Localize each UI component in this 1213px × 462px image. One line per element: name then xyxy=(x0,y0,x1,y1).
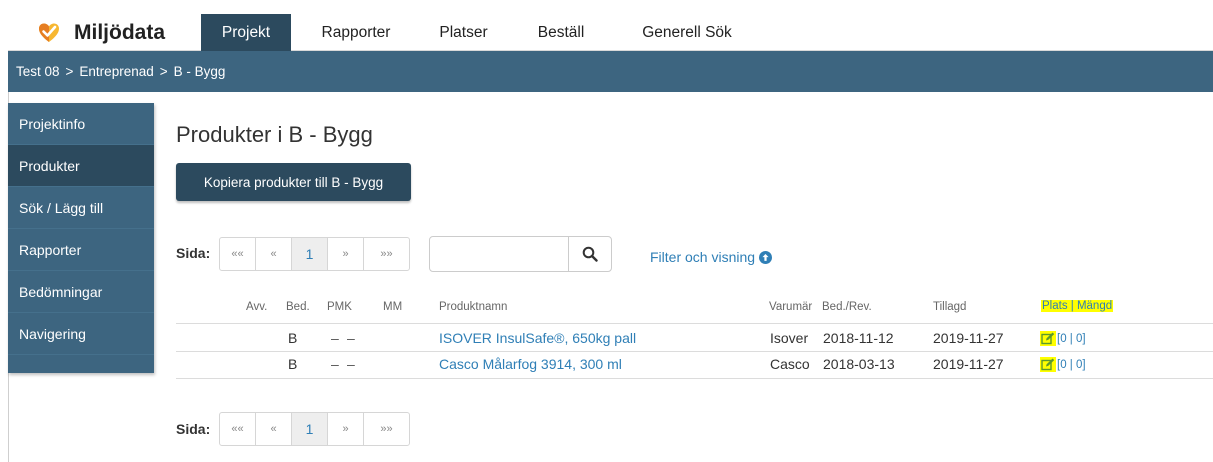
plats-mangd-value[interactable]: [0 | 0] xyxy=(1057,333,1086,345)
col-header-pmk[interactable]: PMK xyxy=(327,301,352,313)
table-row-divider xyxy=(176,378,1213,379)
copy-products-button[interactable]: Kopiera produkter till B - Bygg xyxy=(176,163,411,201)
breadcrumb-item-project[interactable]: Test 08 xyxy=(16,64,60,79)
sidebar-item-rapporter[interactable]: Rapporter xyxy=(8,229,154,271)
search-icon xyxy=(582,246,598,262)
arrow-up-circle-icon xyxy=(759,250,773,264)
cell-bed-rev: 2018-11-12 xyxy=(823,330,894,346)
cell-pmk: – xyxy=(331,330,341,346)
filter-link-label: Filter och visning xyxy=(650,249,756,265)
cell-varumarke: Isover xyxy=(770,330,809,346)
search-button[interactable] xyxy=(569,237,611,271)
edit-button[interactable] xyxy=(1040,331,1056,346)
nav-tab-projekt[interactable]: Projekt xyxy=(201,14,291,51)
pager-label: Sida: xyxy=(176,421,211,437)
sidebar-item-projektinfo[interactable]: Projektinfo xyxy=(8,103,154,145)
filter-and-view-link[interactable]: Filter och visning xyxy=(650,249,773,265)
cell-bed-rev: 2018-03-13 xyxy=(823,356,895,372)
breadcrumb-separator: > xyxy=(159,64,168,79)
breadcrumb-separator: > xyxy=(65,64,74,79)
brand[interactable]: Miljödata xyxy=(8,14,169,51)
pager-prev-button[interactable]: « xyxy=(256,238,292,270)
pager-prev-button[interactable]: « xyxy=(256,413,292,445)
product-name-link[interactable]: Casco Målarfog 3914, 300 ml xyxy=(439,356,622,372)
pager-bottom: «« « 1 » »» xyxy=(219,412,410,446)
sidebar-item-navigering[interactable]: Navigering xyxy=(8,313,154,355)
col-header-plats-mangd[interactable]: Plats | Mängd xyxy=(1041,300,1114,312)
col-header-bed[interactable]: Bed. xyxy=(286,301,310,313)
sidebar-item-sok-lagg-till[interactable]: Sök / Lägg till xyxy=(8,187,154,229)
pager-next-button[interactable]: » xyxy=(328,413,364,445)
page-title: Produkter i B - Bygg xyxy=(176,122,373,147)
nav-tab-platser[interactable]: Platser xyxy=(426,14,501,51)
cell-plats-mangd: [0 | 0] xyxy=(1040,357,1086,372)
table-header-divider xyxy=(176,323,1213,324)
pager-label: Sida: xyxy=(176,245,211,261)
cell-mm: – xyxy=(347,356,357,372)
top-navbar: Miljödata Projekt Rapporter Platser Best… xyxy=(8,14,1213,51)
search-input[interactable] xyxy=(430,237,569,271)
pager-first-button[interactable]: «« xyxy=(220,238,256,270)
sidebar-item-bedomningar[interactable]: Bedömningar xyxy=(8,271,154,313)
cell-tillagd: 2019-11-27 xyxy=(933,356,1004,372)
search-group xyxy=(429,236,612,272)
col-header-bed-rev[interactable]: Bed./Rev. xyxy=(822,301,872,313)
sidebar: Projektinfo Produkter Sök / Lägg till Ra… xyxy=(8,103,154,373)
cell-tillagd: 2019-11-27 xyxy=(933,330,1004,346)
pager-last-button[interactable]: »» xyxy=(364,238,409,270)
cell-bed: B xyxy=(288,356,298,372)
nav-tab-generell-sok[interactable]: Generell Sök xyxy=(622,14,752,51)
col-header-tillagd[interactable]: Tillagd xyxy=(933,301,966,313)
col-header-varumarke[interactable]: Varumär xyxy=(769,301,816,313)
cell-pmk: – xyxy=(331,356,341,372)
plats-mangd-value[interactable]: [0 | 0] xyxy=(1057,359,1086,371)
edit-button[interactable] xyxy=(1040,357,1056,372)
breadcrumb: Test 08 > Entreprenad > B - Bygg xyxy=(8,51,1213,92)
col-header-produktnamn[interactable]: Produktnamn xyxy=(439,301,507,313)
pager-top: «« « 1 » »» xyxy=(219,237,410,271)
cell-varumarke: Casco xyxy=(770,356,810,372)
cell-plats-mangd: [0 | 0] xyxy=(1040,331,1086,346)
pager-page-button[interactable]: 1 xyxy=(292,238,328,270)
product-name-link[interactable]: ISOVER InsulSafe®, 650kg pall xyxy=(439,330,636,346)
pager-page-button[interactable]: 1 xyxy=(292,413,328,445)
heart-check-logo xyxy=(39,23,59,42)
table-row-divider xyxy=(176,351,1213,352)
col-header-mm[interactable]: MM xyxy=(383,301,402,313)
pager-last-button[interactable]: »» xyxy=(364,413,409,445)
breadcrumb-item-current[interactable]: B - Bygg xyxy=(174,64,226,79)
cell-mm: – xyxy=(347,330,357,346)
cell-bed: B xyxy=(288,330,298,346)
col-header-avv[interactable]: Avv. xyxy=(246,301,267,313)
edit-icon xyxy=(1041,358,1055,371)
nav-tab-rapporter[interactable]: Rapporter xyxy=(304,14,408,51)
edit-icon xyxy=(1041,332,1055,345)
pager-next-button[interactable]: » xyxy=(328,238,364,270)
nav-tab-bestall[interactable]: Beställ xyxy=(521,14,601,51)
brand-name: Miljödata xyxy=(74,20,166,44)
breadcrumb-item-entreprenad[interactable]: Entreprenad xyxy=(79,64,153,79)
pager-first-button[interactable]: «« xyxy=(220,413,256,445)
sidebar-item-produkter[interactable]: Produkter xyxy=(8,145,154,187)
